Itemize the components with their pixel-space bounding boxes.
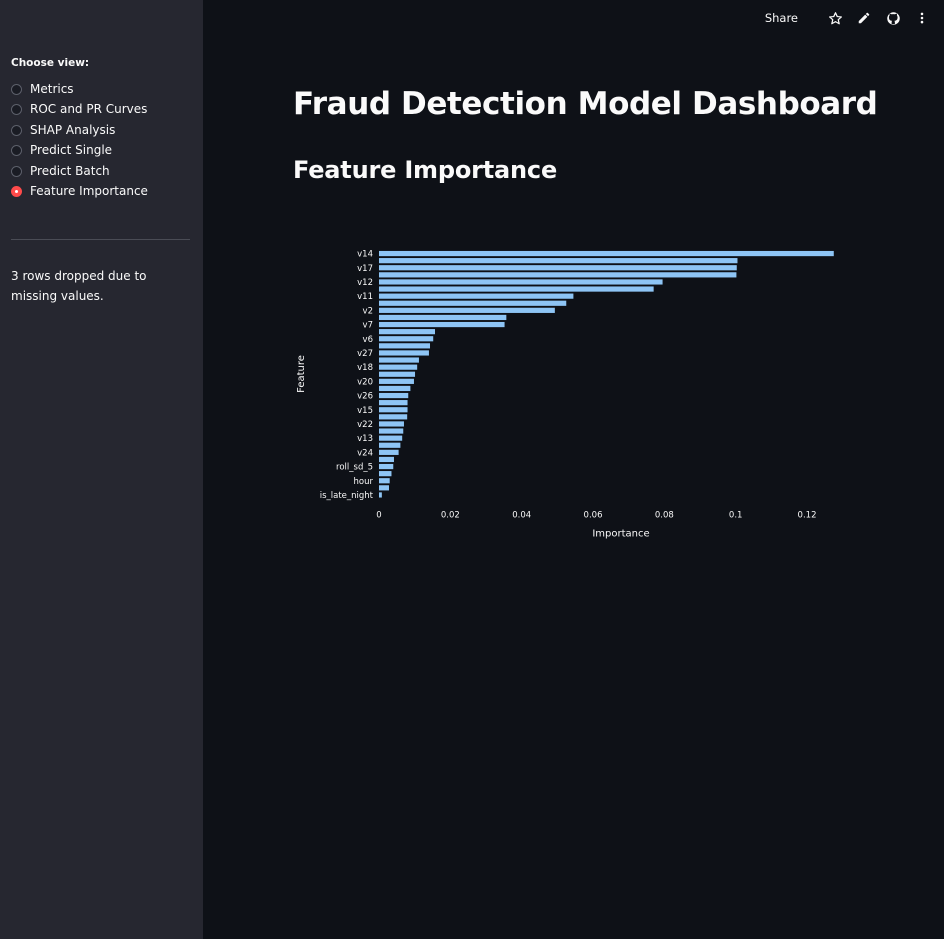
bar-3 <box>379 272 737 278</box>
bar-11 <box>379 329 435 335</box>
feature-importance-chart: v14 v17 v12 v11 v2 v7 v6 v27 v18 v20 v26 v15 v22 v13 v… <box>296 250 834 540</box>
bar-2 <box>379 265 737 271</box>
x-axis-label: Importance <box>592 529 649 540</box>
github-icon[interactable] <box>885 10 901 26</box>
bar-17 <box>379 371 416 377</box>
sidebar-divider <box>11 239 190 240</box>
radio-circle-icon[interactable] <box>11 124 22 136</box>
more-vert-icon[interactable] <box>914 10 930 26</box>
section-title: Feature Importance <box>293 156 558 184</box>
radio-circle-icon[interactable] <box>11 144 22 156</box>
bar-0 <box>379 250 834 257</box>
y-tick-label: roll_sd_5 <box>336 463 373 473</box>
y-tick-label: v27 <box>357 349 373 359</box>
bar-10 <box>379 321 505 328</box>
bar-32 <box>379 478 390 484</box>
view-option-roc-and-pr-curves[interactable]: ROC and PR Curves <box>11 100 147 118</box>
view-selector-label: Choose view: <box>11 57 90 69</box>
radio-circle-icon[interactable] <box>11 83 22 95</box>
bar-27 <box>379 442 401 448</box>
bar-26 <box>379 435 403 441</box>
bar-19 <box>379 385 411 392</box>
status-message: 3 rows dropped due to missing values. <box>11 269 147 303</box>
share-button[interactable]: Share <box>765 11 798 25</box>
x-tick-label: 0 <box>376 511 381 521</box>
bar-33 <box>379 485 389 491</box>
view-option-label: SHAP Analysis <box>30 123 116 137</box>
bar-4 <box>379 279 663 285</box>
view-option-label: Predict Batch <box>30 164 110 178</box>
bar-23 <box>379 414 408 420</box>
bar-21 <box>379 400 408 406</box>
bar-24 <box>379 421 404 427</box>
view-option-label: Metrics <box>30 82 74 96</box>
bar-15 <box>379 357 419 363</box>
y-axis-label: Feature <box>296 355 307 393</box>
radio-circle-icon[interactable] <box>11 103 22 115</box>
bar-28 <box>379 449 399 455</box>
y-tick-label: v17 <box>357 264 373 274</box>
y-tick-label: v20 <box>357 377 373 387</box>
y-tick-label: v22 <box>357 420 373 430</box>
bar-13 <box>379 343 431 349</box>
y-tick-label: v18 <box>357 363 373 373</box>
x-tick-label: 0.06 <box>584 511 603 521</box>
bar-22 <box>379 407 408 413</box>
view-option-label: Feature Importance <box>30 184 148 198</box>
y-tick-label: v7 <box>363 321 373 331</box>
bar-29 <box>379 456 394 463</box>
bar-9 <box>379 314 507 321</box>
bar-25 <box>379 428 404 434</box>
y-tick-label: v15 <box>357 406 373 416</box>
view-option-predict-single[interactable]: Predict Single <box>11 141 112 159</box>
bar-8 <box>379 307 555 313</box>
y-tick-label: v12 <box>357 278 373 288</box>
bar-34 <box>379 492 382 498</box>
view-option-metrics[interactable]: Metrics <box>11 80 74 98</box>
star-icon[interactable] <box>827 10 843 26</box>
y-tick-label: v14 <box>357 250 373 260</box>
bar-18 <box>379 378 414 384</box>
view-option-feature-importance[interactable]: Feature Importance <box>11 182 148 200</box>
bar-31 <box>379 471 392 477</box>
y-tick-label: is_late_night <box>320 491 374 501</box>
view-option-label: ROC and PR Curves <box>30 102 148 116</box>
x-tick-label: 0.04 <box>512 511 531 521</box>
bar-7 <box>379 300 567 306</box>
y-tick-label: v13 <box>357 434 373 444</box>
x-tick-label: 0.12 <box>798 511 817 521</box>
pencil-icon[interactable] <box>856 10 872 26</box>
sidebar: Choose view: Metrics ROC and PR Curves SHA… <box>0 0 203 939</box>
radio-circle-icon[interactable] <box>11 185 22 197</box>
bar-5 <box>379 286 654 292</box>
bar-6 <box>379 293 574 299</box>
view-option-label: Predict Single <box>30 143 113 157</box>
x-tick-label: 0.08 <box>655 511 674 521</box>
bar-16 <box>379 364 418 370</box>
x-tick-label: 0.1 <box>729 511 743 521</box>
top-toolbar: Share <box>765 6 930 30</box>
view-option-shap-analysis[interactable]: SHAP Analysis <box>11 121 115 139</box>
bar-30 <box>379 463 394 470</box>
y-tick-label: v26 <box>357 392 373 402</box>
y-tick-label: v11 <box>357 292 373 302</box>
y-tick-label: hour <box>354 477 374 487</box>
bar-12 <box>379 336 434 342</box>
y-tick-label: v2 <box>363 306 373 316</box>
y-tick-label: v6 <box>363 335 373 345</box>
page-title: Fraud Detection Model Dashboard <box>293 86 878 122</box>
radio-circle-icon[interactable] <box>11 165 22 177</box>
bar-14 <box>379 350 429 356</box>
y-tick-label: v24 <box>357 448 373 458</box>
bar-20 <box>379 392 409 399</box>
view-option-predict-batch[interactable]: Predict Batch <box>11 162 110 180</box>
bar-1 <box>379 258 738 264</box>
x-tick-label: 0.02 <box>441 511 460 521</box>
